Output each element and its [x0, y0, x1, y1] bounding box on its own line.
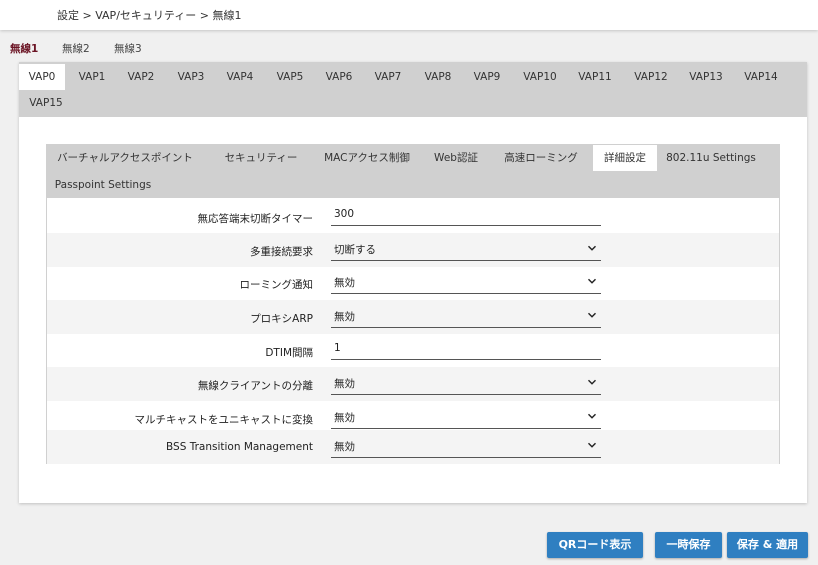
field-label: DTIM間隔 [265, 347, 313, 359]
tab-vap3[interactable]: VAP3 [168, 64, 214, 90]
field-label: 無線クライアントの分離 [197, 380, 313, 392]
tab-80211u-settings[interactable]: 802.11u Settings [663, 145, 759, 171]
field-row-idle-timeout: 無応答端末切断タイマー 300 [47, 200, 779, 234]
tab-vap10[interactable]: VAP10 [515, 64, 565, 90]
field-label: ローミング通知 [239, 279, 314, 291]
tab-virtual-access-point[interactable]: バーチャルアクセスポイント [51, 145, 199, 171]
select-value: 切断する [334, 244, 376, 256]
roaming-notice-select[interactable]: 無効 [331, 269, 601, 294]
chevron-down-icon [587, 413, 597, 419]
save-apply-button[interactable]: 保存 & 適用 [727, 532, 808, 558]
field-row-proxy-arp: プロキシARP 無効 [47, 300, 779, 334]
field-label: 無応答端末切断タイマー [197, 213, 314, 225]
select-value: 無効 [334, 378, 355, 390]
tab-vap6[interactable]: VAP6 [316, 64, 362, 90]
select-value: 無効 [334, 441, 355, 453]
qr-code-button[interactable]: QRコード表示 [547, 532, 643, 558]
field-label: マルチキャストをユニキャストに変換 [134, 414, 314, 426]
select-value: 無効 [334, 311, 355, 323]
temp-save-button[interactable]: 一時保存 [655, 532, 722, 558]
chevron-down-icon [587, 379, 597, 385]
tab-vap2[interactable]: VAP2 [118, 64, 164, 90]
dtim-interval-input[interactable]: 1 [331, 338, 601, 360]
field-label: BSS Transition Management [166, 441, 313, 453]
tab-mac-access-control[interactable]: MACアクセス制御 [319, 145, 415, 171]
tab-vap8[interactable]: VAP8 [415, 64, 461, 90]
chevron-down-icon [587, 245, 597, 251]
tab-vap14[interactable]: VAP14 [735, 64, 787, 90]
radio-tabs: 無線1 無線2 無線3 [0, 37, 818, 61]
tab-vap0[interactable]: VAP0 [19, 64, 65, 90]
bss-transition-select[interactable]: 無効 [331, 433, 601, 458]
chevron-down-icon [587, 442, 597, 448]
tab-vap7[interactable]: VAP7 [365, 64, 411, 90]
proxy-arp-select[interactable]: 無効 [331, 303, 601, 328]
field-row-roaming-notice: ローミング通知 無効 [47, 266, 779, 300]
tab-passpoint-settings[interactable]: Passpoint Settings [51, 172, 155, 198]
client-isolation-select[interactable]: 無効 [331, 370, 601, 395]
tab-advanced-settings[interactable]: 詳細設定 [593, 145, 657, 171]
idle-timeout-input[interactable]: 300 [331, 204, 601, 226]
settings-panel: バーチャルアクセスポイント セキュリティー MACアクセス制御 Web認証 高速… [46, 144, 780, 464]
tab-vap11[interactable]: VAP11 [570, 64, 620, 90]
tab-radio-1[interactable]: 無線1 [10, 41, 38, 56]
select-value: 無効 [334, 412, 355, 424]
multicast-to-unicast-select[interactable]: 無効 [331, 404, 601, 429]
tab-web-auth[interactable]: Web認証 [423, 145, 489, 171]
vap-tab-bar: VAP0 VAP1 VAP2 VAP3 VAP4 VAP5 VAP6 VAP7 … [19, 62, 807, 117]
breadcrumb: 設定 > VAP/セキュリティー > 無線1 [57, 9, 242, 22]
field-label: プロキシARP [250, 313, 313, 325]
field-row-multiple-connection: 多重接続要求 切断する [47, 233, 779, 267]
multiple-connection-select[interactable]: 切断する [331, 236, 601, 261]
top-bar: 設定 > VAP/セキュリティー > 無線1 [0, 0, 818, 30]
settings-tab-bar: バーチャルアクセスポイント セキュリティー MACアクセス制御 Web認証 高速… [47, 145, 779, 198]
tab-vap13[interactable]: VAP13 [680, 64, 732, 90]
select-value: 無効 [334, 277, 355, 289]
tab-radio-3[interactable]: 無線3 [114, 41, 142, 56]
vap-panel: VAP0 VAP1 VAP2 VAP3 VAP4 VAP5 VAP6 VAP7 … [19, 62, 807, 503]
tab-vap1[interactable]: VAP1 [69, 64, 115, 90]
field-row-dtim-interval: DTIM間隔 1 [47, 334, 779, 368]
tab-vap9[interactable]: VAP9 [464, 64, 510, 90]
chevron-down-icon [587, 312, 597, 318]
chevron-down-icon [587, 278, 597, 284]
tab-security[interactable]: セキュリティー [211, 145, 311, 171]
field-row-client-isolation: 無線クライアントの分離 無効 [47, 367, 779, 401]
field-row-bss-transition: BSS Transition Management 無効 [47, 430, 779, 464]
tab-fast-roaming[interactable]: 高速ローミング [497, 145, 585, 171]
tab-vap5[interactable]: VAP5 [267, 64, 313, 90]
tab-vap15[interactable]: VAP15 [23, 90, 69, 116]
field-label: 多重接続要求 [250, 246, 313, 258]
tab-vap4[interactable]: VAP4 [217, 64, 263, 90]
tab-vap12[interactable]: VAP12 [625, 64, 677, 90]
tab-radio-2[interactable]: 無線2 [62, 41, 90, 56]
